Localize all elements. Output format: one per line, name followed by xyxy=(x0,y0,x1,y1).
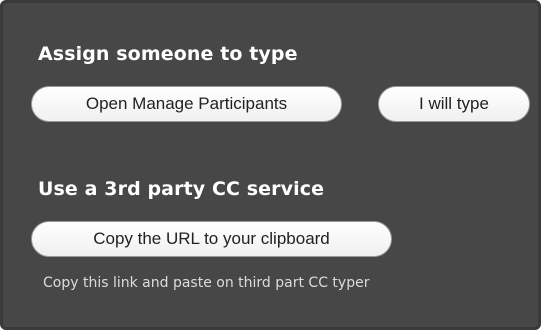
copy-link-hint: Copy this link and paste on third part C… xyxy=(43,275,370,291)
copy-url-button[interactable]: Copy the URL to your clipboard xyxy=(31,221,392,257)
third-party-section-heading: Use a 3rd party CC service xyxy=(38,178,325,200)
closed-caption-panel: Assign someone to type Open Manage Parti… xyxy=(0,0,541,330)
assign-section-heading: Assign someone to type xyxy=(38,43,298,65)
i-will-type-button[interactable]: I will type xyxy=(378,86,530,122)
open-manage-participants-button[interactable]: Open Manage Participants xyxy=(31,86,342,122)
